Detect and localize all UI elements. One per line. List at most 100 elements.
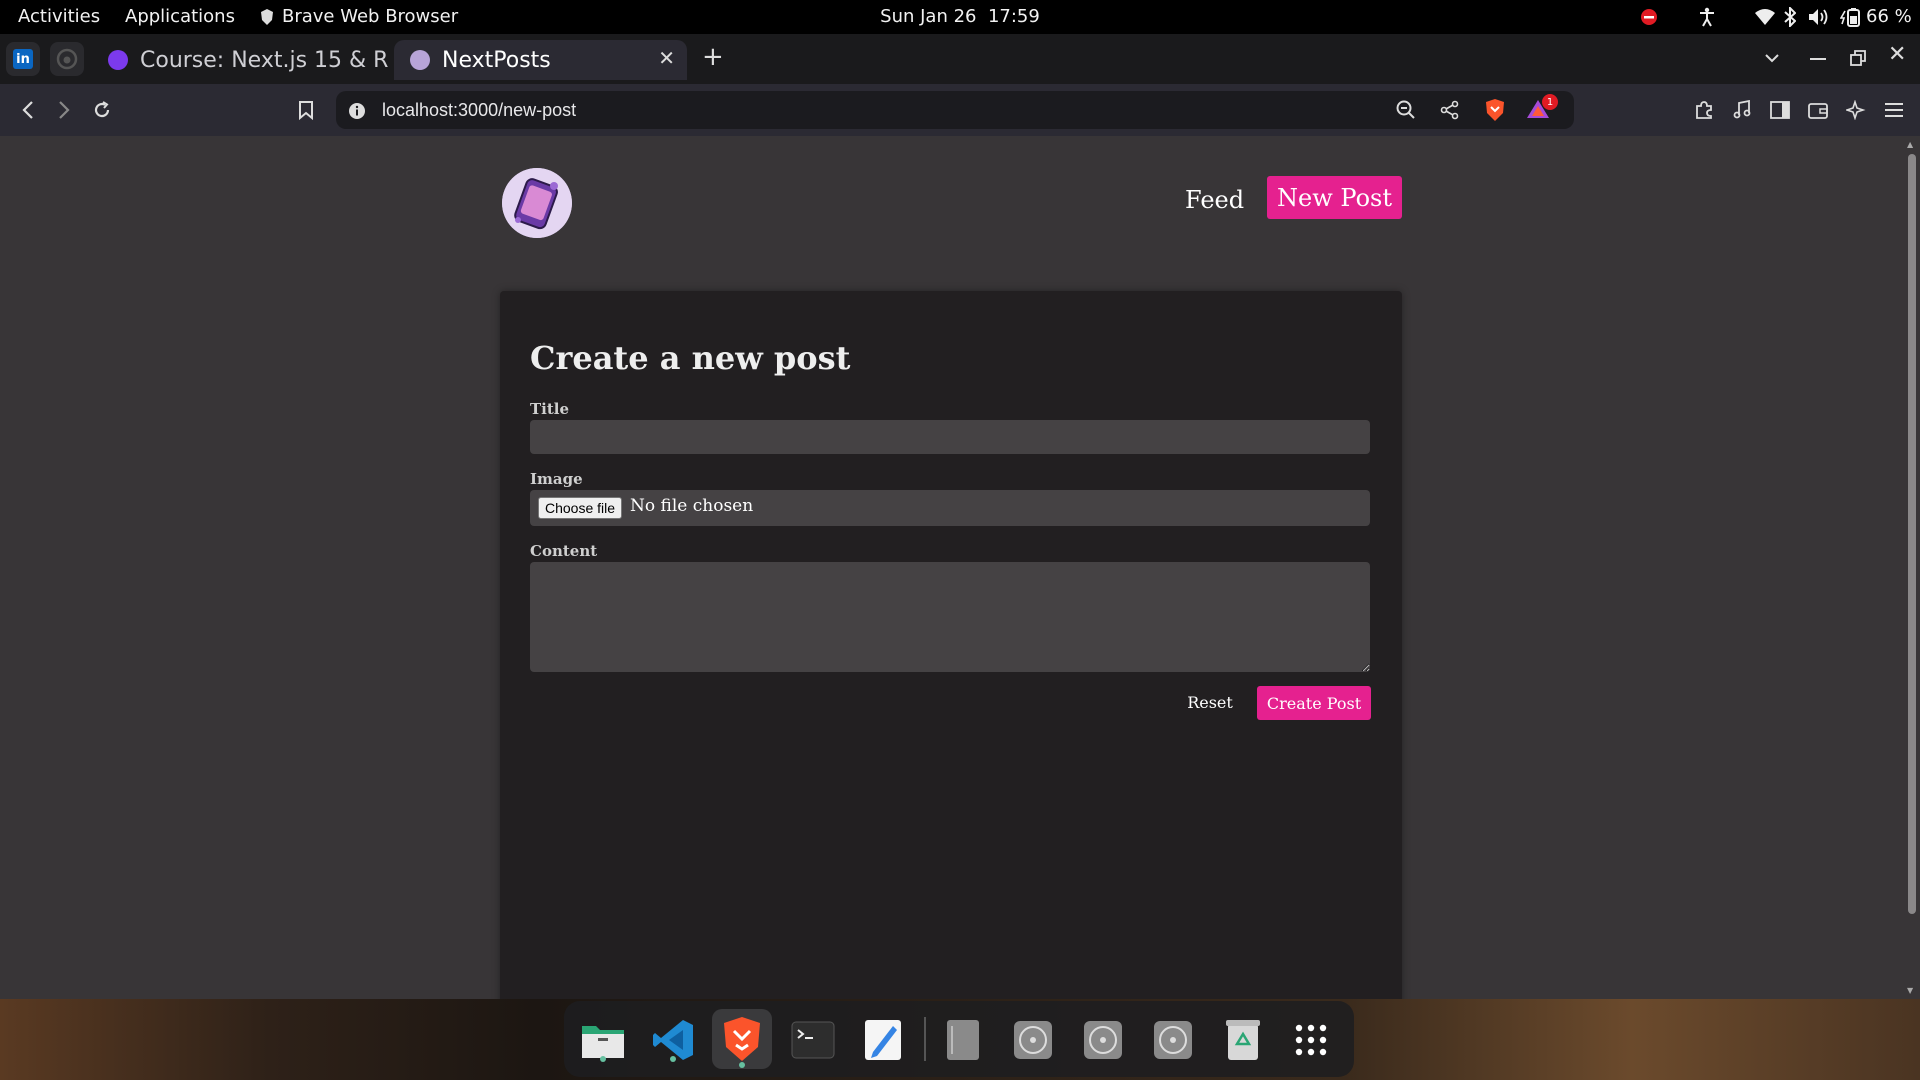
clock-time[interactable]: 17:59 xyxy=(988,6,1040,27)
close-tab-icon[interactable]: ✕ xyxy=(658,46,675,70)
do-not-disturb-icon xyxy=(1641,9,1657,25)
volume-icon xyxy=(1809,9,1828,25)
title-label: Title xyxy=(530,400,570,418)
file-status-text: No file chosen xyxy=(630,496,754,516)
github-icon xyxy=(56,48,78,70)
accessibility-icon xyxy=(1700,7,1714,27)
dock-disk-1[interactable] xyxy=(938,1015,988,1065)
zoom-out-icon[interactable] xyxy=(1396,100,1416,120)
dock-separator xyxy=(924,1017,926,1061)
scroll-down-arrow-icon[interactable]: ▼ xyxy=(1907,986,1913,995)
new-tab-button[interactable]: + xyxy=(702,42,724,72)
running-indicator xyxy=(670,1056,676,1062)
tab-label: NextPosts xyxy=(442,47,551,73)
sidebar-icon xyxy=(1770,101,1790,119)
page-viewport: Feed New Post Create a new post Title Im… xyxy=(0,136,1920,999)
dock-terminal[interactable] xyxy=(788,1015,838,1065)
extensions-button[interactable] xyxy=(1688,94,1720,126)
bookmark-button[interactable] xyxy=(290,94,322,126)
back-arrow-icon xyxy=(22,101,33,119)
hamburger-menu-icon xyxy=(1885,103,1903,117)
applications-menu[interactable]: Applications xyxy=(125,6,235,27)
wallet-icon xyxy=(1808,103,1828,119)
nav-feed-link[interactable]: Feed xyxy=(1185,186,1244,214)
activities-button[interactable]: Activities xyxy=(18,6,100,27)
site-info-icon[interactable] xyxy=(348,102,366,120)
scroll-up-arrow-icon[interactable]: ▲ xyxy=(1907,140,1913,149)
music-note-icon xyxy=(1733,100,1751,119)
image-file-input[interactable]: Choose file No file chosen xyxy=(530,490,1370,526)
brave-shields-icon[interactable] xyxy=(1484,98,1506,122)
pinned-tab-github[interactable] xyxy=(50,42,84,76)
pinned-tab-linkedin[interactable]: in xyxy=(6,42,40,76)
clock-date[interactable]: Sun Jan 26 xyxy=(880,6,976,27)
wifi-icon xyxy=(1755,9,1775,25)
browser-tab-strip: in Course: Next.js 15 & R NextPosts ✕ + … xyxy=(0,34,1920,84)
app-grid-icon xyxy=(1295,1024,1327,1056)
nav-new-post-link[interactable]: New Post xyxy=(1267,176,1402,219)
dock-text-editor[interactable] xyxy=(858,1015,908,1065)
system-top-bar: Activities Applications Brave Web Browse… xyxy=(0,0,1920,34)
content-label: Content xyxy=(530,542,598,560)
reload-icon xyxy=(94,101,110,118)
scrollbar-thumb[interactable] xyxy=(1908,154,1916,914)
optical-disc-icon xyxy=(1154,1021,1192,1059)
dock-show-apps[interactable] xyxy=(1286,1015,1336,1065)
active-app-label: Brave Web Browser xyxy=(282,6,459,27)
tab-nextposts[interactable]: NextPosts ✕ xyxy=(394,40,687,80)
forward-button[interactable] xyxy=(48,94,80,126)
dock-vscode[interactable] xyxy=(648,1015,698,1065)
back-button[interactable] xyxy=(12,94,44,126)
linkedin-icon: in xyxy=(13,49,33,69)
dock-trash[interactable] xyxy=(1218,1015,1268,1065)
create-post-button[interactable]: Create Post xyxy=(1257,686,1371,720)
trash-recycle-icon xyxy=(1226,1020,1260,1060)
reload-button[interactable] xyxy=(86,94,118,126)
wallet-button[interactable] xyxy=(1802,94,1834,126)
dock xyxy=(564,1001,1354,1077)
minimize-window-icon[interactable] xyxy=(1810,58,1826,60)
dock-disc-3[interactable] xyxy=(1148,1015,1198,1065)
dock-disc-2[interactable] xyxy=(1078,1015,1128,1065)
files-folder-icon xyxy=(582,1026,624,1058)
leo-ai-button[interactable] xyxy=(1840,94,1872,126)
choose-file-button[interactable]: Choose file xyxy=(538,497,623,519)
main-menu-button[interactable] xyxy=(1878,94,1910,126)
dock-files[interactable] xyxy=(578,1015,628,1065)
battery-icon xyxy=(1840,8,1860,27)
dock-disc-1[interactable] xyxy=(1008,1015,1058,1065)
notification-badge: 1 xyxy=(1542,94,1558,110)
nextposts-favicon-icon xyxy=(410,50,430,70)
brave-browser-icon xyxy=(724,1017,760,1061)
tab-label: Course: Next.js 15 & R xyxy=(140,47,389,73)
site-logo[interactable] xyxy=(502,168,572,238)
title-input[interactable] xyxy=(530,420,1370,454)
content-textarea[interactable] xyxy=(530,562,1370,672)
restore-window-icon[interactable] xyxy=(1850,50,1866,66)
running-indicator xyxy=(600,1056,606,1062)
battery-percent: 66 % xyxy=(1866,6,1912,27)
terminal-icon xyxy=(791,1021,835,1059)
puzzle-piece-icon xyxy=(1696,101,1712,119)
browser-toolbar: localhost:3000/new-post 1 xyxy=(0,84,1920,136)
address-bar[interactable]: localhost:3000/new-post 1 xyxy=(336,91,1574,129)
bookmark-icon xyxy=(299,101,313,120)
page-scrollbar[interactable]: ▲ ▼ xyxy=(1902,136,1920,999)
sparkle-icon xyxy=(1846,100,1866,120)
site-header: Feed New Post xyxy=(500,166,1402,246)
tab-course[interactable]: Course: Next.js 15 & R xyxy=(102,40,392,80)
optical-disc-icon xyxy=(1084,1021,1122,1059)
drive-icon xyxy=(947,1020,979,1060)
udemy-favicon-icon xyxy=(108,50,128,70)
share-icon[interactable] xyxy=(1440,100,1460,120)
running-indicator xyxy=(739,1062,745,1068)
brave-rewards-button[interactable]: 1 xyxy=(1526,94,1558,122)
sidebar-toggle-button[interactable] xyxy=(1764,94,1796,126)
dock-brave[interactable] xyxy=(712,1009,772,1069)
tab-search-chevron-icon[interactable] xyxy=(1764,52,1780,64)
active-app-indicator[interactable]: Brave Web Browser xyxy=(260,6,458,27)
close-window-icon[interactable]: ✕ xyxy=(1888,42,1906,67)
url-text[interactable]: localhost:3000/new-post xyxy=(382,100,576,121)
media-button[interactable] xyxy=(1726,94,1758,126)
reset-button[interactable]: Reset xyxy=(1175,686,1245,718)
